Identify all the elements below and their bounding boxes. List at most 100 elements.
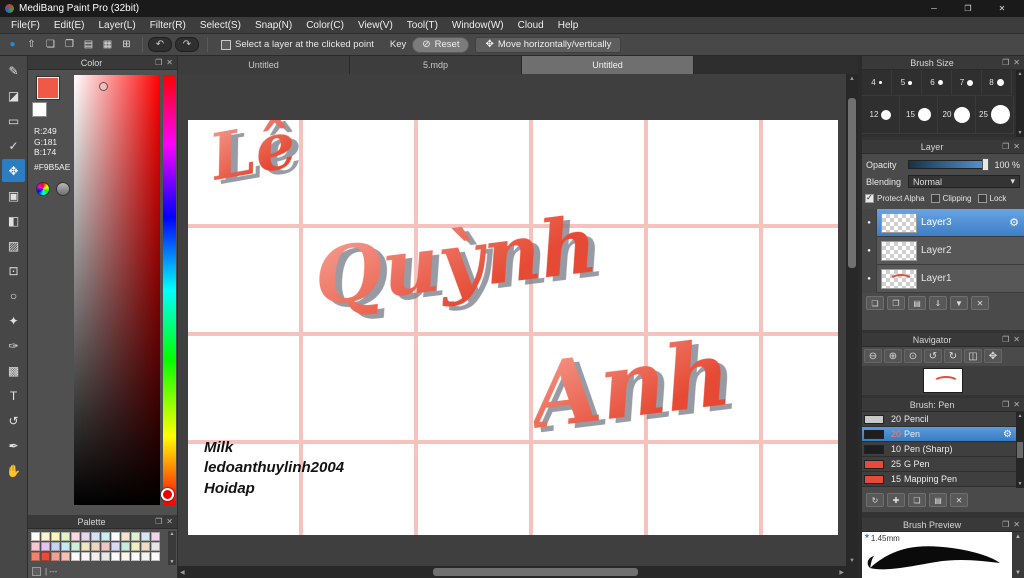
palette-swatch[interactable] <box>41 542 50 551</box>
window-layout-icon[interactable]: ⊞ <box>118 36 135 53</box>
scroll-down-icon[interactable]: ▼ <box>1018 130 1023 136</box>
palette-swatch[interactable] <box>131 542 140 551</box>
bucket-tool-icon[interactable]: ◧ <box>2 209 25 232</box>
palette-swatch[interactable] <box>141 532 150 541</box>
palette-swatch[interactable] <box>81 542 90 551</box>
layer-folder-icon[interactable]: ▤ <box>908 296 926 310</box>
layer-visibility-icon[interactable]: ● <box>862 236 877 265</box>
menu-item[interactable]: Snap(N) <box>248 20 299 31</box>
canvas-page[interactable]: Lê Quỳnh Anh Milk ledoanthuylinh2004 Hoi… <box>188 120 838 535</box>
popout-icon[interactable]: ❐ <box>1002 58 1009 67</box>
layer-option-checkbox[interactable] <box>930 194 940 203</box>
hue-bar[interactable] <box>161 75 176 505</box>
palette-swatch[interactable] <box>41 532 50 541</box>
move-tool-icon[interactable]: ✥ <box>2 159 25 182</box>
comment-icon[interactable]: ❏ <box>42 36 59 53</box>
menu-item[interactable]: Filter(R) <box>143 20 193 31</box>
palette-swatch[interactable] <box>51 552 60 561</box>
palette-swatch[interactable] <box>91 552 100 561</box>
scroll-left-icon[interactable]: ◀ <box>180 569 185 576</box>
fill-tool-icon[interactable]: ▣ <box>2 184 25 207</box>
palette-swatch[interactable] <box>151 552 160 561</box>
palette-swatch[interactable] <box>31 552 40 561</box>
blending-dropdown[interactable]: Normal ▾ <box>908 175 1020 188</box>
scroll-down-icon[interactable]: ▼ <box>849 558 855 564</box>
navigator-thumbnail[interactable] <box>923 368 963 393</box>
restore-button[interactable]: ❐ <box>951 0 985 17</box>
popout-icon[interactable]: ❐ <box>1002 520 1009 529</box>
palette-swatch[interactable] <box>141 552 150 561</box>
scroll-down-icon[interactable]: ▼ <box>1018 481 1023 487</box>
layer-row[interactable]: ● Layer1 ⚙ <box>862 264 1024 293</box>
palette-swatch[interactable] <box>91 542 100 551</box>
gradient-tool-icon[interactable]: ▨ <box>2 234 25 257</box>
palette-scrollbar[interactable]: ▲ ▼ <box>168 531 176 565</box>
opacity-slider-handle[interactable] <box>982 158 990 171</box>
palette-swatch[interactable] <box>81 532 90 541</box>
stamp-tool-icon[interactable]: ▩ <box>2 359 25 382</box>
scroll-up-icon[interactable]: ▲ <box>1015 534 1021 540</box>
color-wheel-icon[interactable] <box>36 182 50 196</box>
palette-swatch[interactable] <box>101 542 110 551</box>
brush-row[interactable]: 15 Mapping Pen ⚙ <box>862 472 1016 487</box>
scroll-down-icon[interactable]: ▼ <box>170 559 175 565</box>
palette-swatch[interactable] <box>121 532 130 541</box>
fit-view-icon[interactable]: ✥ <box>984 349 1002 363</box>
palette-swatch[interactable] <box>61 552 70 561</box>
popout-icon[interactable]: ❐ <box>1002 400 1009 409</box>
layer-option-checkbox[interactable] <box>865 193 874 203</box>
foreground-color-swatch[interactable] <box>37 77 59 99</box>
brush-size-option[interactable]: 5 <box>892 70 922 96</box>
palette-swatch[interactable] <box>131 532 140 541</box>
add-brush-icon[interactable]: ✚ <box>887 493 905 507</box>
close-button[interactable]: ✕ <box>985 0 1019 17</box>
close-icon[interactable]: ✕ <box>166 517 173 526</box>
brush-row[interactable]: 25 G Pen ⚙ <box>862 457 1016 472</box>
menu-item[interactable]: File(F) <box>4 20 47 31</box>
save-icon[interactable]: ⇧ <box>23 36 40 53</box>
close-icon[interactable]: ✕ <box>166 58 173 67</box>
move-horizontal-vertical-button[interactable]: ✥ Move horizontally/vertically <box>475 36 622 53</box>
palette-swatch[interactable] <box>61 542 70 551</box>
brush-size-option[interactable]: 25 <box>976 96 1014 134</box>
close-icon[interactable]: ✕ <box>1013 58 1020 67</box>
pen-tool-icon[interactable]: ✎ <box>2 59 25 82</box>
scroll-down-icon[interactable]: ▼ <box>1015 570 1021 576</box>
grid-icon[interactable]: ▤ <box>80 36 97 53</box>
select-rect-tool-icon[interactable]: ⊡ <box>2 259 25 282</box>
palette-swatch[interactable] <box>71 532 80 541</box>
menu-item[interactable]: Tool(T) <box>400 20 445 31</box>
panels-icon[interactable]: ❐ <box>61 36 78 53</box>
reset-button[interactable]: ⊘ Reset <box>412 36 470 53</box>
background-color-swatch[interactable] <box>32 102 47 117</box>
minimize-button[interactable]: ─ <box>917 0 951 17</box>
brush-row[interactable]: 10 Pen (Sharp) ⚙ <box>862 442 1016 457</box>
rotate-right-icon[interactable]: ↻ <box>944 349 962 363</box>
menu-item[interactable]: Help <box>551 20 586 31</box>
brush-row[interactable]: 20 Pen ⚙ <box>862 427 1016 442</box>
brush-settings-icon[interactable]: ▤ <box>929 493 947 507</box>
palette-swatch[interactable] <box>111 532 120 541</box>
brush-scrollbar[interactable]: ▲ ▼ <box>1016 412 1024 488</box>
vertical-scroll-thumb[interactable] <box>848 98 856 268</box>
close-icon[interactable]: ✕ <box>1013 400 1020 409</box>
scroll-up-icon[interactable]: ▲ <box>849 76 855 82</box>
popout-icon[interactable]: ❐ <box>1002 335 1009 344</box>
undo-button[interactable]: ↶ <box>148 37 172 52</box>
palette-swatch[interactable] <box>71 542 80 551</box>
lasso-tool-icon[interactable]: ○ <box>2 284 25 307</box>
preview-scrollbar[interactable]: ▲ ▼ <box>1012 532 1024 578</box>
document-tab[interactable]: 5.mdp <box>350 56 522 74</box>
layer-row[interactable]: ● Layer2 ⚙ <box>862 236 1024 265</box>
scroll-right-icon[interactable]: ▶ <box>839 569 844 576</box>
close-icon[interactable]: ✕ <box>1013 335 1020 344</box>
palette-swatch[interactable] <box>41 552 50 561</box>
menu-item[interactable]: Layer(L) <box>91 20 142 31</box>
palette-swatch[interactable] <box>121 542 130 551</box>
palette-swatch[interactable] <box>31 542 40 551</box>
close-icon[interactable]: ✕ <box>1013 520 1020 529</box>
menu-item[interactable]: View(V) <box>351 20 400 31</box>
brush-size-option[interactable]: 20 <box>938 96 976 134</box>
color-sliders-icon[interactable] <box>56 182 70 196</box>
canvas-horizontal-scrollbar[interactable]: ◀ ▶ <box>178 566 846 578</box>
